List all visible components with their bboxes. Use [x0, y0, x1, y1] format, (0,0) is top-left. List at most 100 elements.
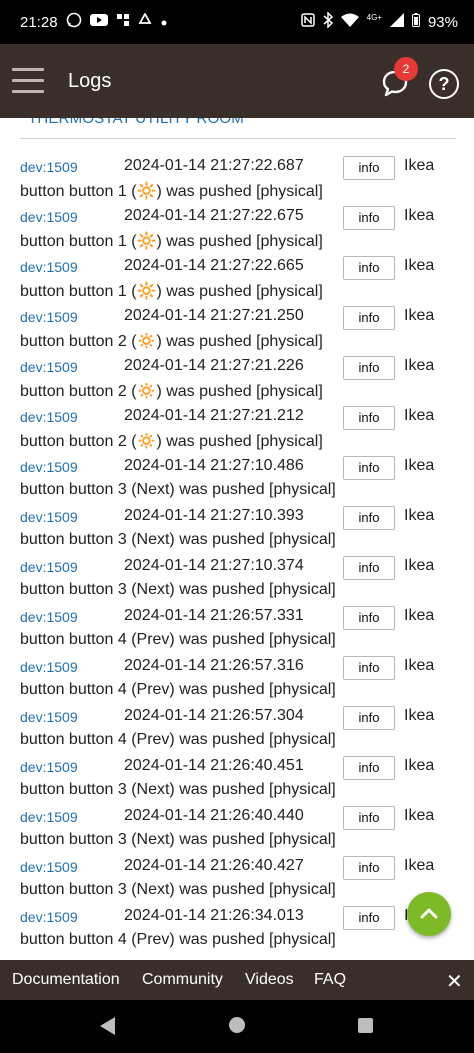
log-entry: dev:1509 2024-01-14 21:26:40.451 info Ikea b…	[0, 754, 474, 804]
battery-percent: 93%	[427, 13, 458, 31]
back-icon[interactable]	[100, 1017, 115, 1035]
log-timestamp: 2024-01-14 21:26:57.331	[124, 607, 304, 624]
info-button[interactable]: info	[343, 606, 395, 630]
log-timestamp: 2024-01-14 21:26:40.440	[124, 807, 304, 824]
page-title: Logs	[68, 70, 112, 92]
bluetooth-icon	[323, 11, 333, 32]
footer-link-documentation[interactable]: Documentation	[12, 971, 120, 989]
log-entry: dev:15092024-01-14 21:26:34.013infoIbutt…	[0, 904, 474, 954]
log-message: button button 2 (🔅) was pushed [physical…	[20, 333, 323, 350]
log-timestamp: 2024-01-14 21:27:21.250	[124, 307, 304, 324]
device-id-link[interactable]: dev:1509	[20, 159, 78, 175]
info-button[interactable]: info	[343, 456, 395, 480]
log-entry: dev:1509 2024-01-14 21:27:21.212 info Ikea b…	[0, 404, 474, 454]
system-nav-bar	[0, 1000, 474, 1053]
device-id-link[interactable]: dev:1509	[20, 259, 78, 275]
logs-content: THERMOSTAT UTILITY ROOM dev:1509 2024-01-…	[0, 118, 474, 960]
log-entry: dev:1509 2024-01-14 21:27:10.393 info Ikea b…	[0, 504, 474, 554]
app-bar: Logs ?	[0, 44, 474, 118]
info-button[interactable]: info	[343, 556, 395, 580]
log-entry: dev:1509 2024-01-14 21:27:10.374 info Ikea b…	[0, 554, 474, 604]
log-entry: dev:1509 2024-01-14 21:26:57.304 info Ikea b…	[0, 704, 474, 754]
device-id-link[interactable]: dev:1509	[20, 409, 78, 425]
scroll-top-button[interactable]	[407, 892, 451, 936]
home-icon[interactable]	[229, 1017, 245, 1033]
device-id-link[interactable]: dev:1509	[20, 559, 78, 575]
device-id-link[interactable]: dev:1509	[20, 659, 78, 675]
footer-link-community[interactable]: Community	[142, 971, 223, 989]
device-name: Ikea	[404, 807, 435, 824]
section-title[interactable]: THERMOSTAT UTILITY ROOM	[28, 118, 244, 127]
log-entry: dev:1509 2024-01-14 21:26:40.440 info Ikea b…	[0, 804, 474, 854]
log-timestamp: 2024-01-14 21:26:57.304	[124, 707, 304, 724]
device-id-link[interactable]: dev:1509	[20, 709, 78, 725]
info-button[interactable]: info	[343, 756, 395, 780]
recents-icon[interactable]	[358, 1018, 373, 1033]
close-icon[interactable]: ✕	[446, 969, 463, 994]
footer-link-videos[interactable]: Videos	[245, 971, 294, 989]
log-message: button button 1 (🔆) was pushed [physical…	[20, 183, 323, 200]
device-name: Ikea	[404, 157, 435, 174]
device-name: Ikea	[404, 357, 435, 374]
log-message: button button 1 (🔆) was pushed [physical…	[20, 233, 323, 250]
menu-icon[interactable]	[12, 68, 44, 94]
log-message: button button 3 (Next) was pushed [physi…	[20, 481, 336, 498]
device-id-link[interactable]: dev:1509	[20, 209, 78, 225]
help-icon[interactable]: ?	[429, 69, 459, 99]
device-id-link[interactable]: dev:1509	[20, 509, 78, 525]
device-id-link[interactable]: dev:1509	[20, 459, 78, 475]
log-entry: dev:1509 2024-01-14 21:26:57.331 info Ikea b…	[0, 604, 474, 654]
footer-link-faq[interactable]: FAQ	[314, 971, 346, 989]
info-button[interactable]: info	[343, 856, 395, 880]
log-message: button button 4 (Prev) was pushed [physi…	[20, 631, 336, 648]
log-timestamp: 2024-01-14 21:27:10.486	[124, 457, 304, 474]
footer-bar: Documentation Community Videos FAQ ✕	[0, 960, 474, 1000]
whatsapp-icon	[66, 12, 82, 32]
device-id-link[interactable]: dev:1509	[20, 609, 78, 625]
device-id-link[interactable]: dev:1509	[20, 759, 78, 775]
info-button[interactable]: info	[343, 356, 395, 380]
info-button[interactable]: info	[343, 706, 395, 730]
section-divider	[20, 138, 456, 139]
device-name: Ikea	[404, 607, 435, 624]
log-timestamp: 2024-01-14 21:26:40.451	[124, 757, 304, 774]
log-entry: dev:1509 2024-01-14 21:27:21.250 info Ikea b…	[0, 304, 474, 354]
network-label: 4G+	[366, 13, 382, 22]
dot-icon	[160, 13, 168, 31]
device-id-link[interactable]: dev:1509	[20, 809, 78, 825]
info-button[interactable]: info	[343, 306, 395, 330]
device-id-link[interactable]: dev:1509	[20, 909, 78, 925]
wifi-icon	[340, 13, 359, 31]
log-timestamp: 2024-01-14 21:27:22.665	[124, 257, 304, 274]
log-entry: dev:1509 2024-01-14 21:27:21.226 info Ikea b…	[0, 354, 474, 404]
info-button[interactable]: info	[343, 906, 395, 930]
info-button[interactable]: info	[343, 656, 395, 680]
info-button[interactable]: info	[343, 256, 395, 280]
device-id-link[interactable]: dev:1509	[20, 859, 78, 875]
info-button[interactable]: info	[343, 806, 395, 830]
log-timestamp: 2024-01-14 21:27:22.687	[124, 157, 304, 174]
log-message: button button 4 (Prev) was pushed [physi…	[20, 931, 336, 948]
device-name: Ikea	[404, 207, 435, 224]
log-timestamp: 2024-01-14 21:27:10.393	[124, 507, 304, 524]
recycle-icon	[138, 12, 152, 31]
info-button[interactable]: info	[343, 506, 395, 530]
device-id-link[interactable]: dev:1509	[20, 309, 78, 325]
info-button[interactable]: info	[343, 206, 395, 230]
app-icon	[116, 13, 130, 31]
status-bar: 21:28 4G+ 93%	[0, 0, 474, 44]
chevron-up-icon	[420, 908, 438, 919]
log-list: dev:1509 2024-01-14 21:27:22.687 info Ikea b…	[0, 154, 474, 954]
device-name: Ikea	[404, 557, 435, 574]
info-button[interactable]: info	[343, 156, 395, 180]
log-message: button button 4 (Prev) was pushed [physi…	[20, 731, 336, 748]
device-id-link[interactable]: dev:1509	[20, 359, 78, 375]
log-message: button button 4 (Prev) was pushed [physi…	[20, 681, 336, 698]
log-entry: dev:1509 2024-01-14 21:26:57.316 info Ikea b…	[0, 654, 474, 704]
log-message: button button 2 (🔅) was pushed [physical…	[20, 433, 323, 450]
info-button[interactable]: info	[343, 406, 395, 430]
log-message: button button 3 (Next) was pushed [physi…	[20, 781, 336, 798]
log-message: button button 3 (Next) was pushed [physi…	[20, 881, 336, 898]
log-message: button button 3 (Next) was pushed [physi…	[20, 831, 336, 848]
nfc-icon	[300, 13, 315, 31]
